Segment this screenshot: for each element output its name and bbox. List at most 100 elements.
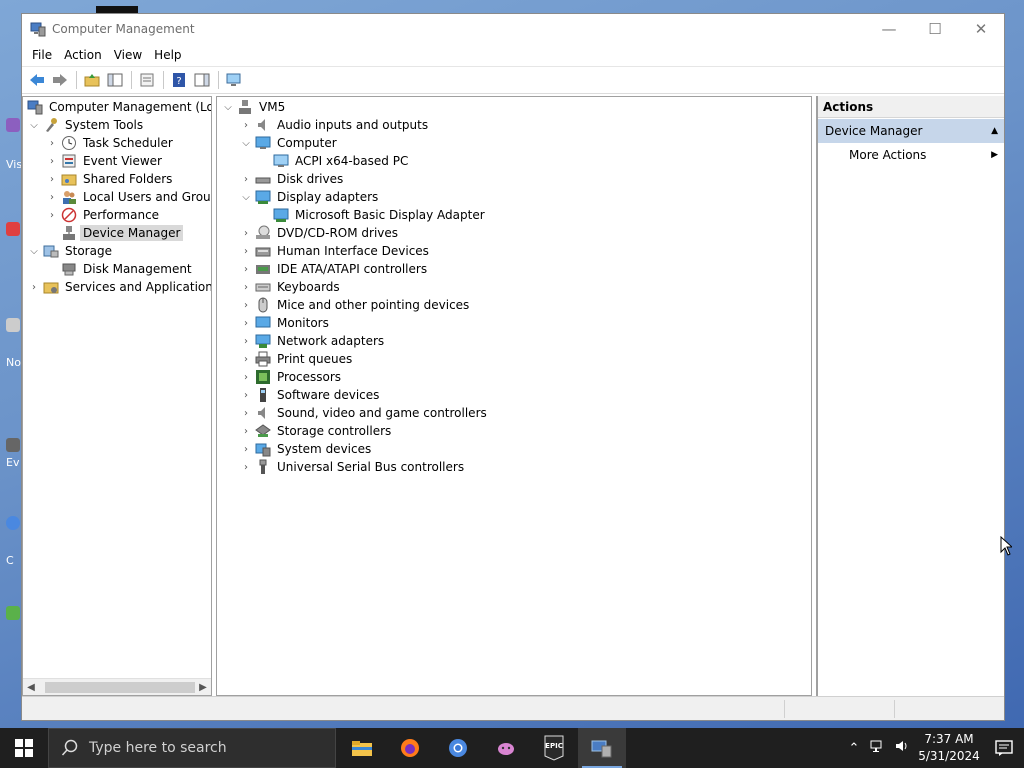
desktop-app-icon[interactable] xyxy=(6,516,20,530)
volume-icon[interactable] xyxy=(890,739,914,757)
up-folder-button[interactable] xyxy=(81,69,103,91)
close-button[interactable]: ✕ xyxy=(958,14,1004,44)
chevron-down-icon[interactable]: ⌵ xyxy=(239,138,253,149)
more-actions-item[interactable]: More Actions ▶ xyxy=(818,143,1004,167)
taskbar-search-box[interactable]: Type here to search xyxy=(48,728,336,768)
chevron-right-icon[interactable]: › xyxy=(239,390,253,401)
device-category[interactable]: › Network adapters xyxy=(239,332,387,350)
chevron-right-icon[interactable]: › xyxy=(27,282,41,293)
taskbar-firefox[interactable] xyxy=(386,728,434,768)
menu-file[interactable]: File xyxy=(26,48,58,62)
taskbar-chrome[interactable] xyxy=(434,728,482,768)
chevron-right-icon[interactable]: › xyxy=(239,318,253,329)
chevron-down-icon[interactable]: ⌵ xyxy=(221,102,235,113)
show-hide-tree-button[interactable] xyxy=(104,69,126,91)
chevron-right-icon[interactable]: › xyxy=(239,228,253,239)
tree-item-system-tools[interactable]: ⌵ System Tools xyxy=(27,116,146,134)
taskbar-app-pink[interactable] xyxy=(482,728,530,768)
scan-hardware-button[interactable] xyxy=(223,69,245,91)
scroll-left-icon[interactable]: ◀ xyxy=(23,682,39,693)
desktop-app-icon[interactable] xyxy=(6,318,20,332)
device-category[interactable]: › Processors xyxy=(239,368,344,386)
scroll-right-icon[interactable]: ▶ xyxy=(195,682,211,693)
tree-item-event-viewer[interactable]: › Event Viewer xyxy=(45,152,165,170)
device-item[interactable]: ACPI x64-based PC xyxy=(257,152,411,170)
start-button[interactable] xyxy=(0,728,48,768)
tree-item-root[interactable]: Computer Management (Local xyxy=(25,98,211,116)
chevron-right-icon[interactable]: › xyxy=(239,282,253,293)
collapse-up-icon[interactable]: ▲ xyxy=(991,126,998,136)
tree-item-performance[interactable]: › Performance xyxy=(45,206,162,224)
tree-item-local-users[interactable]: › Local Users and Groups xyxy=(45,188,211,206)
chevron-right-icon[interactable]: › xyxy=(239,408,253,419)
device-category[interactable]: › Audio inputs and outputs xyxy=(239,116,431,134)
chevron-right-icon[interactable]: › xyxy=(45,210,59,221)
chevron-right-icon[interactable]: › xyxy=(239,264,253,275)
chevron-up-icon[interactable]: ⌃ xyxy=(842,741,866,756)
chevron-right-icon[interactable]: › xyxy=(239,354,253,365)
chevron-right-icon[interactable]: › xyxy=(45,192,59,203)
desktop-app-icon[interactable] xyxy=(6,438,20,452)
menu-action[interactable]: Action xyxy=(58,48,108,62)
device-item[interactable]: Microsoft Basic Display Adapter xyxy=(257,206,488,224)
menu-view[interactable]: View xyxy=(108,48,148,62)
taskbar-epic-games[interactable]: EPIC xyxy=(530,728,578,768)
tree-item-services[interactable]: › Services and Applications xyxy=(27,278,211,296)
chevron-down-icon[interactable]: ⌵ xyxy=(239,192,253,203)
taskbar-file-explorer[interactable] xyxy=(338,728,386,768)
chevron-right-icon[interactable]: › xyxy=(239,174,253,185)
chevron-down-icon[interactable]: ⌵ xyxy=(27,120,41,131)
actions-section-device-manager[interactable]: Device Manager ▲ xyxy=(818,119,1004,143)
device-category[interactable]: › Software devices xyxy=(239,386,382,404)
forward-button[interactable] xyxy=(49,69,71,91)
device-category[interactable]: › Human Interface Devices xyxy=(239,242,432,260)
chevron-right-icon[interactable]: › xyxy=(239,372,253,383)
notification-button[interactable] xyxy=(984,728,1024,768)
chevron-right-icon[interactable]: › xyxy=(239,246,253,257)
chevron-right-icon[interactable]: › xyxy=(239,120,253,131)
taskbar-computer-management[interactable] xyxy=(578,728,626,768)
device-category[interactable]: › Universal Serial Bus controllers xyxy=(239,458,467,476)
chevron-right-icon[interactable]: › xyxy=(239,336,253,347)
device-category[interactable]: › Monitors xyxy=(239,314,332,332)
device-category[interactable]: › Storage controllers xyxy=(239,422,394,440)
back-button[interactable] xyxy=(26,69,48,91)
device-category[interactable]: › Sound, video and game controllers xyxy=(239,404,490,422)
desktop-app-icon[interactable] xyxy=(6,118,20,132)
minimize-button[interactable]: — xyxy=(866,14,912,44)
chevron-down-icon[interactable]: ⌵ xyxy=(27,246,41,257)
chevron-right-icon[interactable]: › xyxy=(45,174,59,185)
device-category[interactable]: › DVD/CD-ROM drives xyxy=(239,224,401,242)
menu-help[interactable]: Help xyxy=(148,48,187,62)
desktop-app-icon[interactable] xyxy=(6,606,20,620)
chevron-right-icon[interactable]: › xyxy=(45,138,59,149)
chevron-right-icon[interactable]: › xyxy=(45,156,59,167)
tree-item-storage[interactable]: ⌵ Storage xyxy=(27,242,115,260)
desktop-app-icon[interactable] xyxy=(6,222,20,236)
action-pane-button[interactable] xyxy=(191,69,213,91)
maximize-button[interactable]: ☐ xyxy=(912,14,958,44)
properties-button[interactable] xyxy=(136,69,158,91)
chevron-right-icon[interactable]: › xyxy=(239,300,253,311)
chevron-right-icon[interactable]: › xyxy=(239,444,253,455)
chevron-right-icon[interactable]: › xyxy=(239,462,253,473)
device-category[interactable]: › System devices xyxy=(239,440,374,458)
device-category[interactable]: › Keyboards xyxy=(239,278,343,296)
network-icon[interactable] xyxy=(866,739,890,757)
tree-item-task-scheduler[interactable]: › Task Scheduler xyxy=(45,134,176,152)
tree-item-disk-management[interactable]: Disk Management xyxy=(45,260,195,278)
device-category[interactable]: ⌵ Display adapters xyxy=(239,188,381,206)
scrollbar-thumb[interactable] xyxy=(45,681,195,693)
title-bar[interactable]: Computer Management — ☐ ✕ xyxy=(22,14,1004,44)
device-category[interactable]: ⌵ Computer xyxy=(239,134,340,152)
device-root[interactable]: ⌵ VM5 xyxy=(221,98,288,116)
device-category[interactable]: › Print queues xyxy=(239,350,355,368)
tree-item-device-manager[interactable]: Device Manager xyxy=(45,224,184,242)
device-category[interactable]: › Disk drives xyxy=(239,170,346,188)
chevron-right-icon[interactable]: › xyxy=(239,426,253,437)
device-category[interactable]: › Mice and other pointing devices xyxy=(239,296,472,314)
device-category[interactable]: › IDE ATA/ATAPI controllers xyxy=(239,260,430,278)
tree-item-shared-folders[interactable]: › Shared Folders xyxy=(45,170,175,188)
horizontal-scrollbar[interactable]: ◀ ▶ xyxy=(23,678,211,695)
help-button[interactable]: ? xyxy=(168,69,190,91)
